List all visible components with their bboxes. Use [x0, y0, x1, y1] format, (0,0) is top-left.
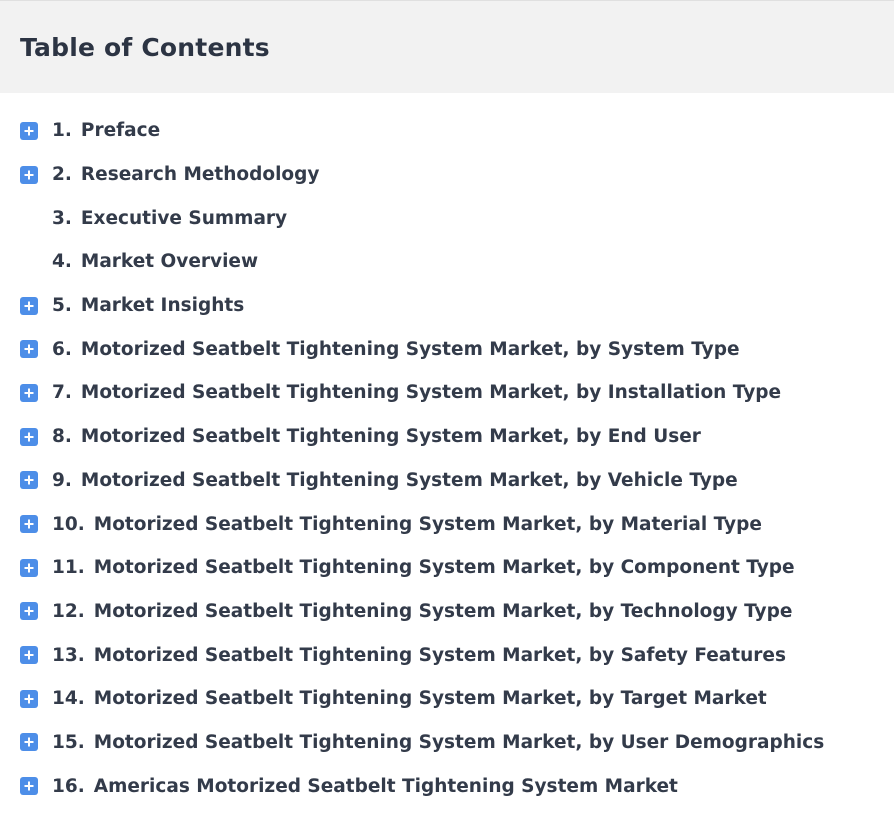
toc-item-label[interactable]: Preface	[81, 120, 160, 141]
toc-item-number: 10.	[52, 513, 85, 535]
plus-icon[interactable]	[20, 427, 38, 446]
toc-item-number: 7.	[52, 382, 72, 404]
toc-item-number: 2.	[52, 164, 72, 186]
toc-item-label[interactable]: Executive Summary	[81, 208, 287, 229]
toc-item-market-insights[interactable]: 5. Market Insights	[0, 284, 894, 328]
toc-item-number: 3.	[52, 207, 72, 229]
toc-item-market-overview[interactable]: 4. Market Overview	[0, 240, 894, 284]
toc-item-label[interactable]: Motorized Seatbelt Tightening System Mar…	[81, 339, 740, 360]
toc-list: 1. Preface 2. Research Methodology 3. Ex…	[0, 93, 894, 808]
toc-item-number: 4.	[52, 251, 72, 273]
toc-item-vehicle-type[interactable]: 9. Motorized Seatbelt Tightening System …	[0, 459, 894, 503]
page-title: Table of Contents	[20, 32, 270, 62]
toc-item-label[interactable]: Motorized Seatbelt Tightening System Mar…	[81, 382, 781, 403]
plus-icon[interactable]	[20, 471, 38, 490]
toc-item-installation-type[interactable]: 7. Motorized Seatbelt Tightening System …	[0, 371, 894, 415]
toc-item-number: 5.	[52, 295, 72, 317]
toc-item-component-type[interactable]: 11. Motorized Seatbelt Tightening System…	[0, 546, 894, 590]
toc-item-number: 8.	[52, 426, 72, 448]
plus-icon[interactable]	[20, 777, 38, 796]
toc-item-material-type[interactable]: 10. Motorized Seatbelt Tightening System…	[0, 502, 894, 546]
toc-item-number: 12.	[52, 600, 85, 622]
toc-item-label[interactable]: Motorized Seatbelt Tightening System Mar…	[94, 601, 793, 622]
toc-item-target-market[interactable]: 14. Motorized Seatbelt Tightening System…	[0, 677, 894, 721]
toc-item-system-type[interactable]: 6. Motorized Seatbelt Tightening System …	[0, 327, 894, 371]
toc-item-number: 6.	[52, 338, 72, 360]
toc-item-label[interactable]: Motorized Seatbelt Tightening System Mar…	[94, 732, 824, 753]
toc-item-label[interactable]: Motorized Seatbelt Tightening System Mar…	[94, 645, 786, 666]
toc-item-number: 14.	[52, 688, 85, 710]
toc-item-label[interactable]: Market Overview	[81, 251, 258, 272]
toc-item-label[interactable]: Motorized Seatbelt Tightening System Mar…	[81, 470, 738, 491]
toc-page: Table of Contents 1. Preface 2. Research…	[0, 0, 894, 814]
plus-icon[interactable]	[20, 602, 38, 621]
toc-item-number: 9.	[52, 469, 72, 491]
toc-item-preface[interactable]: 1. Preface	[0, 109, 894, 153]
toc-item-safety-features[interactable]: 13. Motorized Seatbelt Tightening System…	[0, 633, 894, 677]
toc-item-user-demographics[interactable]: 15. Motorized Seatbelt Tightening System…	[0, 721, 894, 765]
toc-item-number: 1.	[52, 120, 72, 142]
plus-icon[interactable]	[20, 165, 38, 184]
plus-icon[interactable]	[20, 689, 38, 708]
toc-item-label[interactable]: Market Insights	[81, 295, 244, 316]
toc-header: Table of Contents	[0, 1, 894, 93]
toc-item-end-user[interactable]: 8. Motorized Seatbelt Tightening System …	[0, 415, 894, 459]
plus-icon[interactable]	[20, 383, 38, 402]
toc-item-label[interactable]: Motorized Seatbelt Tightening System Mar…	[94, 557, 795, 578]
toc-item-americas[interactable]: 16. Americas Motorized Seatbelt Tighteni…	[0, 764, 894, 808]
toc-item-label[interactable]: Motorized Seatbelt Tightening System Mar…	[81, 426, 701, 447]
plus-icon[interactable]	[20, 340, 38, 359]
toc-item-number: 16.	[52, 775, 85, 797]
toc-item-number: 15.	[52, 731, 85, 753]
toc-item-label[interactable]: Motorized Seatbelt Tightening System Mar…	[94, 514, 762, 535]
toc-item-label[interactable]: Americas Motorized Seatbelt Tightening S…	[94, 776, 678, 797]
plus-icon[interactable]	[20, 121, 38, 140]
toc-item-number: 13.	[52, 644, 85, 666]
toc-item-label[interactable]: Research Methodology	[81, 164, 320, 185]
plus-icon[interactable]	[20, 296, 38, 315]
plus-icon[interactable]	[20, 733, 38, 752]
toc-item-label[interactable]: Motorized Seatbelt Tightening System Mar…	[94, 688, 767, 709]
plus-icon[interactable]	[20, 558, 38, 577]
plus-icon[interactable]	[20, 646, 38, 665]
toc-item-research-methodology[interactable]: 2. Research Methodology	[0, 153, 894, 197]
plus-icon[interactable]	[20, 515, 38, 534]
toc-item-number: 11.	[52, 557, 85, 579]
toc-item-executive-summary[interactable]: 3. Executive Summary	[0, 196, 894, 240]
toc-item-technology-type[interactable]: 12. Motorized Seatbelt Tightening System…	[0, 590, 894, 634]
